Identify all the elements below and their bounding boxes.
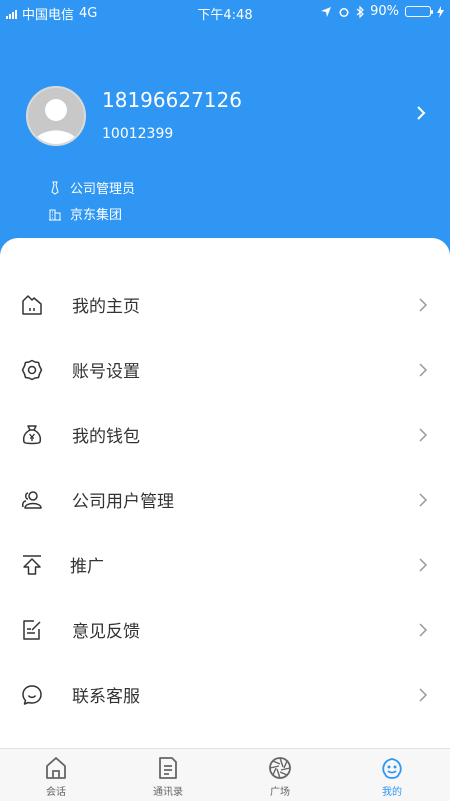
- charging-bolt-icon: [437, 5, 444, 18]
- chevron-right-icon[interactable]: [412, 104, 430, 122]
- feedback-edit-icon: [23, 619, 41, 640]
- menu-item-label: 我的钱包: [72, 427, 140, 447]
- menu-item-my-wallet[interactable]: 我的钱包: [0, 402, 450, 467]
- tab-label: 会话: [46, 787, 66, 798]
- tab-contacts[interactable]: 通讯录: [112, 749, 224, 801]
- document-icon: [159, 757, 177, 779]
- user-role-row: 公司管理员: [48, 178, 135, 197]
- menu-item-label: 推广: [70, 557, 104, 577]
- tab-plaza[interactable]: 广场: [224, 749, 336, 801]
- status-bar: 中国电信 4G 下午4:48 90%: [0, 0, 450, 24]
- company-row: 京东集团: [48, 204, 122, 223]
- chat-bubble-icon: [22, 684, 42, 705]
- tab-conversations[interactable]: 会话: [0, 749, 112, 801]
- menu-item-feedback[interactable]: 意见反馈: [0, 597, 450, 662]
- battery-icon: [405, 6, 433, 17]
- home-icon: [46, 757, 66, 779]
- location-arrow-icon: [321, 6, 332, 17]
- bottom-tab-bar: 会话 通讯录 广场 我的: [0, 748, 450, 801]
- default-user-icon: [34, 99, 78, 144]
- profile-header: 中国电信 4G 下午4:48 90% 18196627126 10012399 …: [0, 0, 450, 270]
- user-role: 公司管理员: [70, 182, 136, 197]
- tab-label: 广场: [270, 787, 290, 798]
- tab-label: 通讯录: [153, 787, 183, 798]
- avatar[interactable]: [26, 86, 86, 146]
- tab-mine[interactable]: 我的: [336, 749, 448, 801]
- chevron-right-icon: [419, 687, 428, 702]
- tab-label: 我的: [382, 787, 402, 798]
- user-id: 10012399: [102, 126, 174, 142]
- chevron-right-icon: [419, 492, 428, 507]
- menu-item-label: 公司用户管理: [72, 492, 174, 512]
- menu-item-company-user-management[interactable]: 公司用户管理: [0, 467, 450, 532]
- mine-face-icon: [382, 758, 402, 779]
- menu-item-label: 我的主页: [72, 297, 140, 317]
- menu-card: 我的主页 账号设置 我的钱包 公司用户管理 推广 意见反馈 联系客服: [0, 238, 450, 748]
- chevron-right-icon: [419, 427, 428, 442]
- company-name: 京东集团: [70, 208, 123, 223]
- building-icon: [49, 209, 61, 220]
- home-page-icon: [22, 294, 42, 315]
- wallet-bag-icon: [22, 424, 42, 444]
- menu-item-label: 意见反馈: [72, 622, 140, 642]
- chevron-right-icon: [419, 362, 428, 377]
- tie-icon: [51, 181, 59, 195]
- upload-arrow-icon: [23, 554, 41, 575]
- settings-gear-icon: [21, 359, 43, 380]
- bluetooth-icon: [356, 5, 364, 18]
- users-icon: [22, 490, 42, 509]
- menu-item-account-settings[interactable]: 账号设置: [0, 337, 450, 402]
- menu-item-promotion[interactable]: 推广: [0, 532, 450, 597]
- menu-item-my-homepage[interactable]: 我的主页: [0, 272, 450, 337]
- menu-item-customer-service[interactable]: 联系客服: [0, 662, 450, 727]
- aperture-icon: [269, 757, 291, 779]
- chevron-right-icon: [419, 297, 428, 312]
- battery-percent: 90%: [370, 4, 399, 19]
- menu-item-label: 联系客服: [72, 687, 140, 707]
- alarm-clock-icon: [339, 7, 349, 17]
- menu-item-label: 账号设置: [72, 362, 140, 382]
- chevron-right-icon: [419, 557, 428, 572]
- user-phone: 18196627126: [102, 88, 242, 112]
- chevron-right-icon: [419, 622, 428, 637]
